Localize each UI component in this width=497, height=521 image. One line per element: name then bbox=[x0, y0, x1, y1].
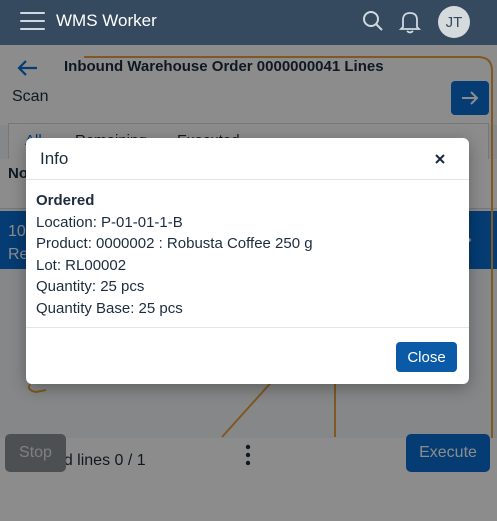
quantity-line: Quantity: 25 pcs bbox=[36, 278, 145, 295]
info-dialog: Info Ordered Location: P-01-01-1-B Produ… bbox=[26, 138, 469, 384]
search-icon[interactable] bbox=[362, 10, 384, 32]
dialog-footer: Close bbox=[26, 327, 469, 384]
dialog-title: Info bbox=[40, 149, 69, 168]
lot-line: Lot: RL00002 bbox=[36, 256, 127, 274]
app-title: WMS Worker bbox=[56, 11, 157, 30]
location-line: Location: P-01-01-1-B bbox=[36, 213, 183, 231]
avatar[interactable]: JT bbox=[438, 6, 470, 38]
close-button[interactable]: Close bbox=[396, 342, 457, 372]
dialog-header: Info bbox=[26, 138, 469, 180]
quantity-base-line: Quantity Base: 25 pcs bbox=[36, 299, 183, 317]
hamburger-icon[interactable] bbox=[20, 12, 45, 32]
dialog-body: Ordered Location: P-01-01-1-B Product: 0… bbox=[36, 190, 456, 319]
product-line: Product: 0000002 : Robusta Coffee 250 g bbox=[36, 235, 313, 252]
bell-icon[interactable] bbox=[399, 10, 421, 34]
close-icon[interactable] bbox=[431, 150, 449, 168]
dialog-heading: Ordered bbox=[36, 192, 95, 209]
shell-bar: WMS Worker JT bbox=[0, 0, 497, 45]
